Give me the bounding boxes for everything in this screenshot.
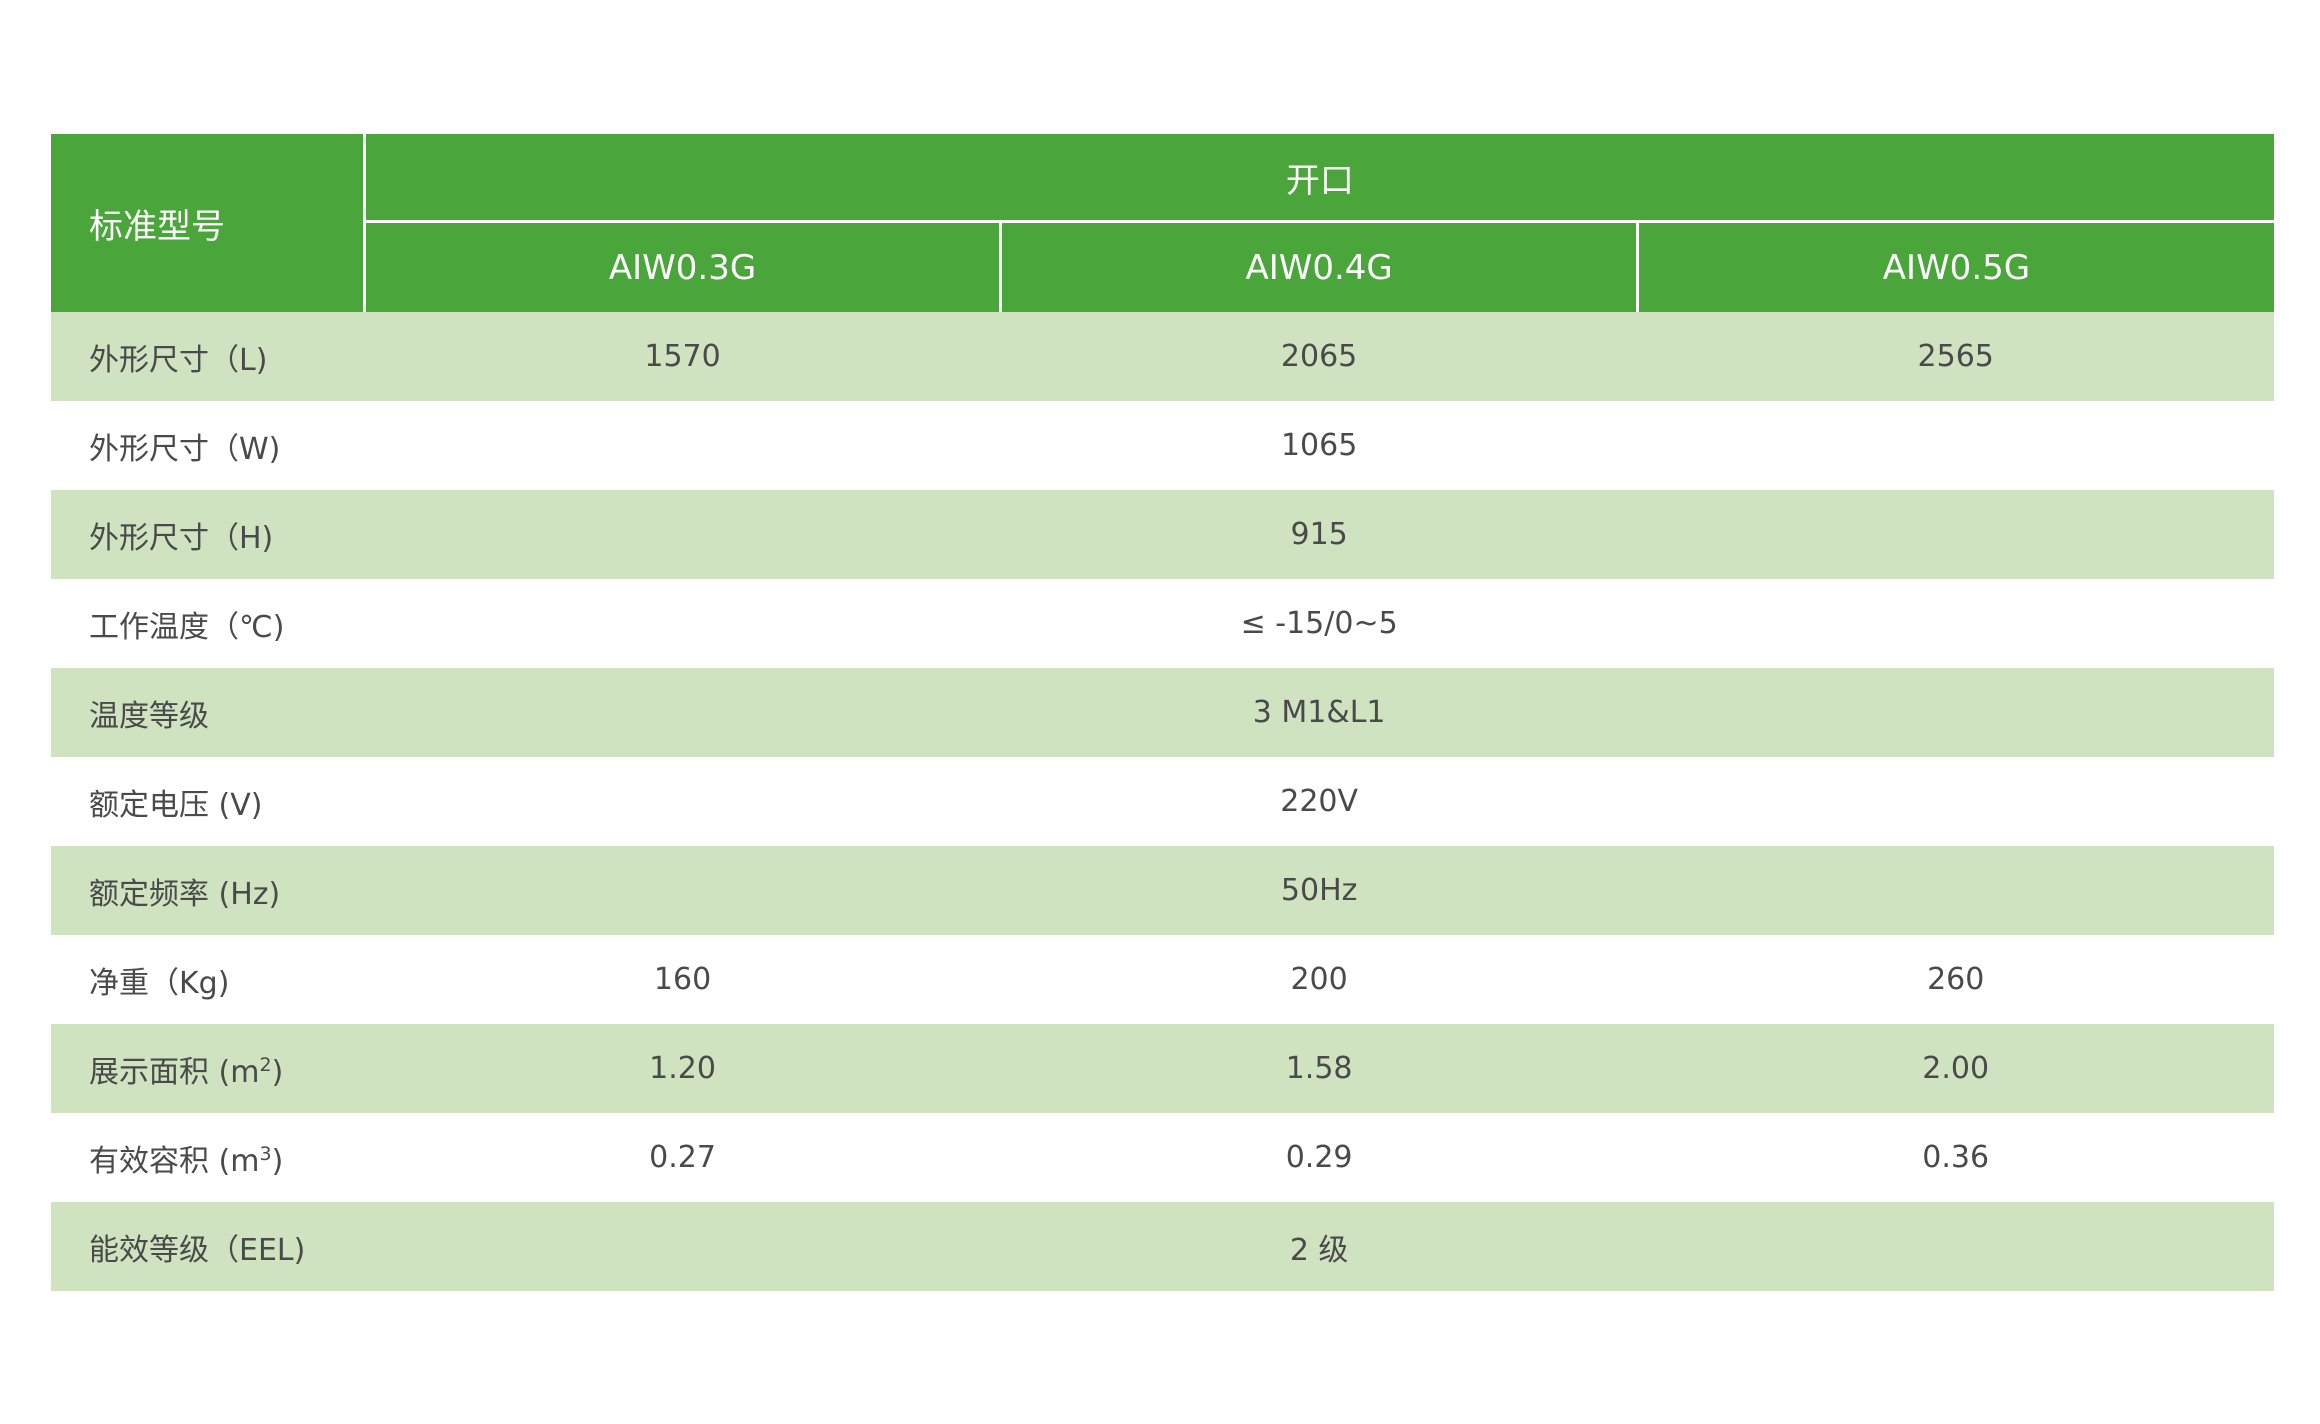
cell-value-shared: 915 (1290, 517, 1348, 552)
row-label-display-area: 展示面积 (m2) (51, 1024, 364, 1113)
table-row: 额定频率 (Hz) 50Hz (51, 846, 2274, 935)
superscript: 2 (259, 1053, 272, 1076)
row-label-net-weight: 净重（Kg) (89, 965, 230, 1001)
row-label-text: 有效容积 (m (89, 1143, 260, 1179)
row-label-length: 外形尺寸（L) (89, 342, 268, 378)
cell-value-shared: 2 级 (1289, 1232, 1349, 1268)
header-group-open: 开口 (364, 134, 2274, 223)
cell-value-shared: 220V (1280, 784, 1359, 819)
row-label-temperature-class: 温度等级 (89, 698, 209, 734)
row-label-rated-frequency: 额定频率 (Hz) (89, 876, 281, 912)
spec-table: 标准型号 开口 AIW0.3G AIW0.4G AIW0.5G 外形尺寸（L) … (51, 134, 2274, 1291)
table-row: 展示面积 (m2) 1.20 1.58 2.00 (51, 1024, 2274, 1113)
cell-value: 160 (653, 962, 712, 997)
row-label-width: 外形尺寸（W) (89, 431, 281, 467)
table-row: 外形尺寸（L) 1570 2065 2565 (51, 312, 2274, 401)
cell-value: 2565 (1917, 339, 1994, 374)
row-label-rated-voltage: 额定电压 (V) (89, 787, 263, 823)
row-label-effective-volume: 有效容积 (m3) (51, 1113, 364, 1202)
cell-value: 200 (1290, 962, 1348, 997)
header-model-aiw05g: AIW0.5G (1637, 221, 2274, 312)
cell-value: 1570 (644, 339, 721, 374)
cell-value: 260 (1927, 962, 1985, 997)
header-row-group: 标准型号 开口 (51, 134, 2274, 312)
header-model-aiw03g: AIW0.3G (364, 221, 1003, 312)
cell-value-shared: 1065 (1280, 428, 1358, 463)
table-row: 有效容积 (m3) 0.27 0.29 0.36 (51, 1113, 2274, 1202)
cell-value: 0.36 (1922, 1140, 1990, 1175)
table-row: 能效等级（EEL) 2 级 (51, 1202, 2274, 1291)
header-row-models: AIW0.3G AIW0.4G AIW0.5G (51, 221, 2274, 312)
table-row: 额定电压 (V) 220V (51, 757, 2274, 846)
cell-value-shared: ≤ -15/0~5 (1240, 606, 1398, 641)
row-label-suffix: ) (271, 1143, 284, 1179)
table-row: 净重（Kg) 160 200 260 (51, 935, 2274, 1024)
header-model-aiw04g: AIW0.4G (1000, 221, 1639, 312)
table-row: 外形尺寸（H) 915 (51, 490, 2274, 579)
cell-value: 2.00 (1922, 1051, 1990, 1086)
cell-value: 1.20 (649, 1051, 716, 1086)
cell-value: 2065 (1280, 339, 1358, 374)
superscript: 3 (259, 1142, 272, 1165)
cell-value-shared: 3 M1&L1 (1252, 695, 1386, 730)
row-label-working-temperature: 工作温度（℃) (89, 609, 285, 645)
table-row: 温度等级 3 M1&L1 (51, 668, 2274, 757)
cell-value: 1.58 (1285, 1051, 1353, 1086)
cell-value: 0.29 (1285, 1140, 1353, 1175)
cell-value-shared: 50Hz (1280, 873, 1358, 908)
table-row: 工作温度（℃) ≤ -15/0~5 (51, 579, 2274, 668)
cell-value: 0.27 (649, 1140, 716, 1175)
row-label-text: 展示面积 (m (89, 1054, 260, 1090)
row-label-energy-class: 能效等级（EEL) (89, 1232, 306, 1268)
header-model-label: 标准型号 (51, 134, 366, 312)
row-label-height: 外形尺寸（H) (89, 520, 274, 556)
table-row: 外形尺寸（W) 1065 (51, 401, 2274, 490)
row-label-suffix: ) (271, 1054, 284, 1090)
